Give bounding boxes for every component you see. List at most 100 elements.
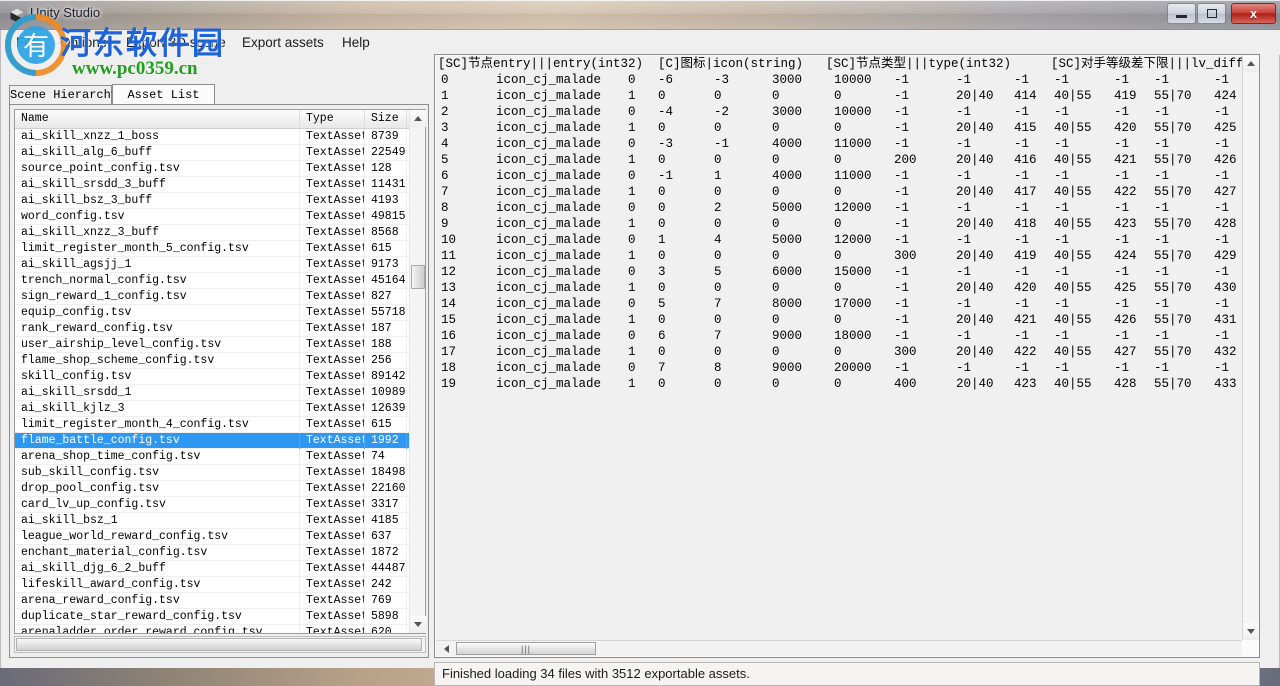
preview-cell: 8000 [772, 297, 803, 311]
preview-data-row[interactable]: 4 icon_cj_malade 0 -3 -1 4000 11000 -1 -1 -1 -1 -1 -… [436, 136, 1242, 152]
tab-asset-list[interactable]: Asset List [112, 84, 215, 105]
close-button[interactable]: x [1231, 3, 1276, 24]
table-row[interactable]: league_world_reward_config.tsv TextAsset 6… [15, 529, 425, 545]
preview-cell: 40|55 [1054, 121, 1092, 135]
table-row[interactable]: drop_pool_config.tsv TextAsset 22160 [15, 481, 425, 497]
table-row[interactable]: arenaladder_order_reward_config.tsv TextA… [15, 625, 425, 633]
preview-cell: 0 [772, 249, 780, 263]
preview-cell: -1 [1014, 233, 1030, 247]
preview-cell: -1 [1154, 361, 1170, 375]
table-row[interactable]: ai_skill_agsjj_1 TextAsset 9173 [15, 257, 425, 273]
menu-file[interactable]: File [7, 33, 47, 52]
preview-data-row[interactable]: 16 icon_cj_malade 0 6 7 9000 18000 -1 -1 -1 -1 -1 -1… [436, 328, 1242, 344]
preview-cell: 7 [658, 361, 666, 375]
cell-name: ai_skill_agsjj_1 [15, 257, 300, 273]
table-row[interactable]: source_point_config.tsv TextAsset 128 [15, 161, 425, 177]
table-row[interactable]: arena_reward_config.tsv TextAsset 769 [15, 593, 425, 609]
table-row[interactable]: limit_register_month_4_config.tsv TextAss… [15, 417, 425, 433]
tab-scene-hierarchy[interactable]: Scene Hierarchy [9, 85, 118, 105]
scrollbar-thumb-horizontal[interactable] [16, 638, 422, 651]
table-row[interactable]: ai_skill_xnzz_3_buff TextAsset 8568 [15, 225, 425, 241]
table-row[interactable]: ai_skill_srsdd_3_buff TextAsset 11431 [15, 177, 425, 193]
table-row[interactable]: limit_register_month_5_config.tsv TextAss… [15, 241, 425, 257]
table-row[interactable]: ai_skill_srsdd_1 TextAsset 10989 [15, 385, 425, 401]
menu-export-3d-scene[interactable]: Export 3D scene [117, 33, 235, 52]
preview-data-row[interactable]: 10 icon_cj_malade 0 1 4 5000 12000 -1 -1 -1 -1 -1 -1… [436, 232, 1242, 248]
scroll-up-button[interactable] [410, 110, 426, 127]
scroll-down-button[interactable] [410, 616, 426, 633]
preview-data-row[interactable]: 7 icon_cj_malade 1 0 0 0 0 -1 20|40 417 40|55 422 55… [436, 184, 1242, 200]
preview-data-row[interactable]: 17 icon_cj_malade 1 0 0 0 0 300 20|40 422 40|55 427… [436, 344, 1242, 360]
table-row[interactable]: flame_battle_config.tsv TextAsset 1992 [15, 433, 425, 449]
preview-data-row[interactable]: 15 icon_cj_malade 1 0 0 0 0 -1 20|40 421 40|55 426 5… [436, 312, 1242, 328]
table-row[interactable]: duplicate_star_reward_config.tsv TextAsse… [15, 609, 425, 625]
table-row[interactable]: ai_skill_alg_6_buff TextAsset 22549 [15, 145, 425, 161]
table-row[interactable]: ai_skill_djg_6_2_buff TextAsset 44487 [15, 561, 425, 577]
column-header-type[interactable]: Type [300, 110, 365, 128]
asset-list-horizontal-scrollbar[interactable] [14, 636, 426, 653]
table-row[interactable]: card_lv_up_config.tsv TextAsset 3317 [15, 497, 425, 513]
table-row[interactable]: rank_reward_config.tsv TextAsset 187 [15, 321, 425, 337]
preview-data-row[interactable]: 1 icon_cj_malade 1 0 0 0 0 -1 20|40 414 40|55 419 55… [436, 88, 1242, 104]
preview-data-row[interactable]: 18 icon_cj_malade 0 7 8 9000 20000 -1 -1 -1 -1 -1 -1… [436, 360, 1242, 376]
preview-data-row[interactable]: 2 icon_cj_malade 0 -4 -2 3000 10000 -1 -1 -1 -1 -1 -… [436, 104, 1242, 120]
preview-scrollbar-thumb-horizontal[interactable]: ||| [456, 642, 596, 655]
preview-cell: 55|70 [1154, 313, 1192, 327]
preview-scroll-down-button[interactable] [1243, 623, 1259, 640]
cell-type: TextAsset [300, 561, 365, 577]
preview-data-row[interactable]: 9 icon_cj_malade 1 0 0 0 0 -1 20|40 418 40|55 423 55… [436, 216, 1242, 232]
preview-cell: 20|40 [956, 185, 994, 199]
preview-data-row[interactable]: 12 icon_cj_malade 0 3 5 6000 15000 -1 -1 -1 -1 -1 -1… [436, 264, 1242, 280]
preview-data-row[interactable]: 0 icon_cj_malade 0 -6 -3 3000 10000 -1 -1 -1 -1 -1 -… [436, 72, 1242, 88]
table-row[interactable]: equip_config.tsv TextAsset 55718 [15, 305, 425, 321]
preview-vertical-scrollbar[interactable] [1242, 55, 1259, 640]
table-row[interactable]: ai_skill_bsz_3_buff TextAsset 4193 [15, 193, 425, 209]
menu-export-assets[interactable]: Export assets [233, 33, 333, 52]
preview-data-row[interactable]: 13 icon_cj_malade 1 0 0 0 0 -1 20|40 420 40|55 425 5… [436, 280, 1242, 296]
table-row[interactable]: skill_config.tsv TextAsset 89142 [15, 369, 425, 385]
preview-cell: 8 [441, 201, 449, 215]
table-row[interactable]: user_airship_level_config.tsv TextAsset 18… [15, 337, 425, 353]
minimize-button[interactable] [1167, 3, 1196, 24]
asset-list-view[interactable]: Name Type Size ai_skill_xnzz_1_boss TextA… [14, 109, 426, 634]
cell-size: 615 [365, 417, 407, 433]
table-row[interactable]: word_config.tsv TextAsset 49815 [15, 209, 425, 225]
preview-data-row[interactable]: 8 icon_cj_malade 0 0 2 5000 12000 -1 -1 -1 -1 -1 -1 -… [436, 200, 1242, 216]
preview-scroll-left-button[interactable] [438, 641, 454, 656]
table-row[interactable]: sub_skill_config.tsv TextAsset 18498 [15, 465, 425, 481]
preview-cell: -1 [1154, 73, 1170, 87]
preview-text-grid[interactable]: [SC]节点entry|||entry(int32) [C]图标|icon(str… [436, 56, 1242, 641]
cell-type: TextAsset [300, 305, 365, 321]
preview-cell: 0 [628, 137, 636, 151]
maximize-button[interactable] [1197, 3, 1226, 24]
preview-data-row[interactable]: 6 icon_cj_malade 0 -1 1 4000 11000 -1 -1 -1 -1 -1 -1… [436, 168, 1242, 184]
preview-horizontal-scrollbar[interactable]: ||| [436, 640, 1242, 656]
table-row[interactable]: lifeskill_award_config.tsv TextAsset 242 [15, 577, 425, 593]
table-row[interactable]: enchant_material_config.tsv TextAsset 1872 [15, 545, 425, 561]
preview-cell: 14 [441, 297, 457, 311]
table-row[interactable]: ai_skill_kjlz_3 TextAsset 12639 [15, 401, 425, 417]
column-header-name[interactable]: Name [15, 110, 300, 128]
menu-help[interactable]: Help [333, 33, 379, 52]
table-row[interactable]: arena_shop_time_config.tsv TextAsset 74 [15, 449, 425, 465]
title-bar[interactable]: Unity Studio x [0, 0, 1280, 30]
preview-data-row[interactable]: 3 icon_cj_malade 1 0 0 0 0 -1 20|40 415 40|55 420 55… [436, 120, 1242, 136]
table-row[interactable]: ai_skill_bsz_1 TextAsset 4185 [15, 513, 425, 529]
table-row[interactable]: sign_reward_1_config.tsv TextAsset 827 [15, 289, 425, 305]
table-row[interactable]: ai_skill_xnzz_1_boss TextAsset 8739 [15, 129, 425, 145]
table-row[interactable]: trench_normal_config.tsv TextAsset 45164 [15, 273, 425, 289]
preview-cell: 2 [714, 201, 722, 215]
preview-data-row[interactable]: 19 icon_cj_malade 1 0 0 0 0 400 20|40 423 40|55 428… [436, 376, 1242, 392]
preview-cell: -1 [894, 169, 910, 183]
preview-data-row[interactable]: 5 icon_cj_malade 1 0 0 0 0 200 20|40 416 40|55 421 5… [436, 152, 1242, 168]
cell-type: TextAsset [300, 353, 365, 369]
preview-data-row[interactable]: 14 icon_cj_malade 0 5 7 8000 17000 -1 -1 -1 -1 -1 -1… [436, 296, 1242, 312]
column-header-size[interactable]: Size [365, 110, 407, 128]
preview-data-row[interactable]: 11 icon_cj_malade 1 0 0 0 0 300 20|40 419 40|55 424… [436, 248, 1242, 264]
menu-options[interactable]: Options [51, 33, 116, 52]
table-row[interactable]: flame_shop_scheme_config.tsv TextAsset 256 [15, 353, 425, 369]
scrollbar-thumb[interactable] [411, 265, 425, 289]
asset-list-vertical-scrollbar[interactable] [409, 110, 426, 633]
preview-scroll-up-button[interactable] [1243, 55, 1259, 72]
preview-cell: -1 [1054, 233, 1070, 247]
